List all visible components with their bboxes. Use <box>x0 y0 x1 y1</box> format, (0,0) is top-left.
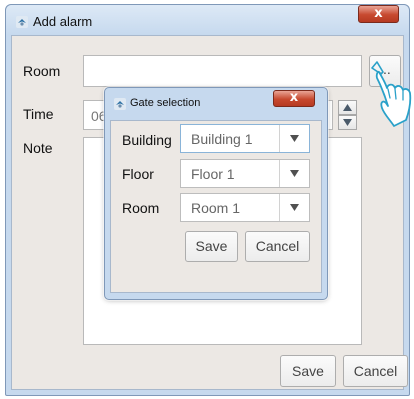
room-dropdown-button[interactable] <box>279 194 309 221</box>
cancel-button[interactable]: Cancel <box>343 355 408 387</box>
building-dropdown-button[interactable] <box>279 125 309 152</box>
building-select[interactable]: Building 1 <box>180 124 310 153</box>
app-icon <box>114 98 126 110</box>
floor-select-value: Floor 1 <box>191 166 235 182</box>
room-select[interactable]: Room 1 <box>180 193 310 222</box>
dialog-close-button[interactable]: x <box>273 90 315 107</box>
dialog-title: Gate selection <box>130 97 201 109</box>
triangle-down-icon <box>290 204 299 211</box>
dialog-save-button[interactable]: Save <box>185 231 238 262</box>
triangle-up-icon <box>343 104 352 111</box>
building-select-value: Building 1 <box>191 131 253 147</box>
floor-dropdown-button[interactable] <box>279 160 309 187</box>
time-spin-up-button[interactable] <box>338 100 357 115</box>
dialog-cancel-button-label: Cancel <box>255 238 300 254</box>
window-title-bar[interactable]: Add alarm x <box>6 5 409 35</box>
cancel-button-label: Cancel <box>353 363 398 379</box>
dialog-save-button-label: Save <box>195 238 228 254</box>
save-button-label: Save <box>292 363 324 379</box>
triangle-down-icon <box>343 119 352 126</box>
dialog-client-area: Building Building 1 Floor Floor 1 Room R… <box>110 120 322 293</box>
window-title: Add alarm <box>33 14 93 29</box>
dialog-cancel-button[interactable]: Cancel <box>245 231 310 262</box>
time-spin-down-button[interactable] <box>338 115 357 130</box>
save-button[interactable]: Save <box>280 355 336 387</box>
app-icon <box>16 16 28 28</box>
triangle-down-icon <box>290 135 299 142</box>
room-select-value: Room 1 <box>191 200 241 216</box>
tap-hand-icon <box>371 61 412 127</box>
triangle-down-icon <box>290 170 299 177</box>
room-select-label: Room <box>122 200 160 216</box>
dialog-title-bar[interactable]: Gate selection x <box>105 88 327 118</box>
building-label: Building <box>122 132 172 148</box>
close-icon: x <box>374 6 383 21</box>
room-input[interactable] <box>83 55 362 87</box>
floor-select[interactable]: Floor 1 <box>180 159 310 188</box>
close-icon: x <box>289 90 299 105</box>
floor-label: Floor <box>122 166 154 182</box>
close-button[interactable]: x <box>358 5 399 23</box>
time-spinner <box>338 100 357 130</box>
note-label: Note <box>23 140 53 156</box>
room-label: Room <box>23 63 61 79</box>
time-label: Time <box>23 106 54 122</box>
gate-selection-dialog: Gate selection x Building Building 1 Flo… <box>104 87 328 300</box>
